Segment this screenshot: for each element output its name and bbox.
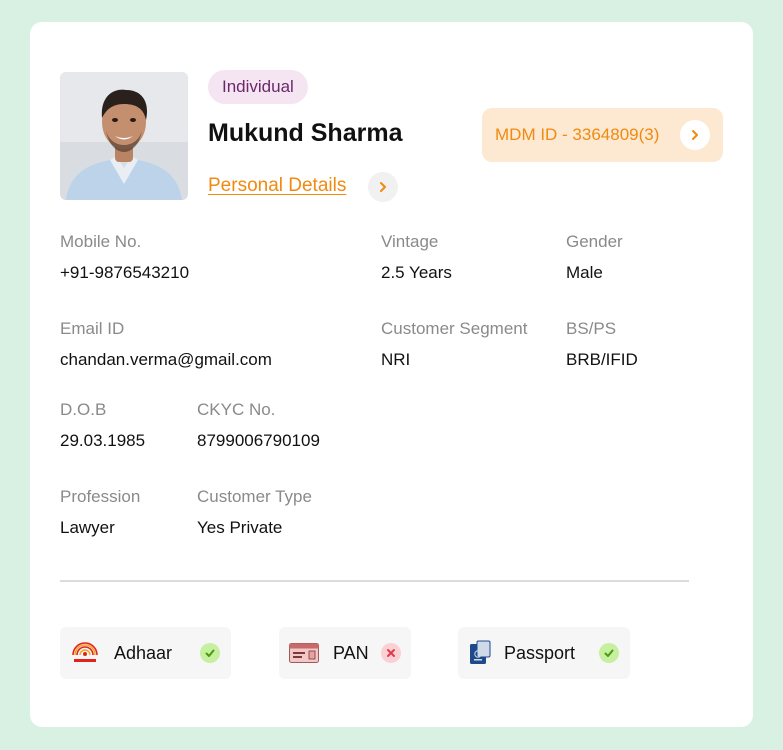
gender-field: Gender Male <box>566 232 623 283</box>
customer-type-field: Customer Type Yes Private <box>197 487 312 538</box>
rejected-cross-icon <box>381 643 401 663</box>
mobile-value: +91-9876543210 <box>60 263 190 282</box>
profession-label: Profession <box>60 487 141 506</box>
mdm-id-arrow[interactable] <box>680 120 710 150</box>
pan-card-icon <box>289 643 319 668</box>
document-chip-aadhaar[interactable]: Adhaar <box>60 627 231 679</box>
aadhaar-icon <box>70 641 100 670</box>
customer-category-badge: Individual <box>208 70 308 104</box>
dob-field: D.O.B 29.03.1985 <box>60 400 145 451</box>
ckyc-value: 8799006790109 <box>197 431 320 450</box>
mobile-label: Mobile No. <box>60 232 142 251</box>
chevron-right-icon <box>380 182 386 192</box>
personal-details-button[interactable] <box>368 172 398 202</box>
email-label: Email ID <box>60 319 125 338</box>
profile-photo <box>60 72 188 200</box>
mdm-id-button[interactable]: MDM ID - 3364809(3) <box>482 108 723 162</box>
document-chip-passport[interactable]: Passport <box>458 627 630 679</box>
personal-details-link[interactable]: Personal Details <box>208 175 346 197</box>
verified-check-icon <box>200 643 220 663</box>
customer-profile-card: Individual Mukund Sharma Personal Detail… <box>30 22 753 727</box>
verified-check-icon <box>599 643 619 663</box>
section-divider <box>60 580 689 582</box>
ckyc-label: CKYC No. <box>197 400 276 419</box>
segment-field: Customer Segment NRI <box>381 319 527 370</box>
passport-label: Passport <box>504 643 576 663</box>
vintage-label: Vintage <box>381 232 439 251</box>
segment-label: Customer Segment <box>381 319 528 338</box>
email-field: Email ID chandan.verma@gmail.com <box>60 319 272 370</box>
dob-label: D.O.B <box>60 400 107 419</box>
customer-name: Mukund Sharma <box>208 119 403 147</box>
customer-type-label: Customer Type <box>197 487 312 506</box>
bsps-field: BS/PS BRB/IFID <box>566 319 638 370</box>
aadhaar-label: Adhaar <box>114 643 173 663</box>
vintage-field: Vintage 2.5 Years <box>381 232 452 283</box>
dob-value: 29.03.1985 <box>60 431 146 450</box>
gender-value: Male <box>566 263 603 282</box>
profession-field: Profession Lawyer <box>60 487 140 538</box>
bsps-label: BS/PS <box>566 319 617 338</box>
pan-label: PAN <box>333 643 369 663</box>
gender-label: Gender <box>566 232 623 251</box>
customer-type-value: Yes Private <box>197 518 283 537</box>
vintage-value: 2.5 Years <box>381 263 452 282</box>
segment-value: NRI <box>381 350 411 369</box>
document-chip-pan[interactable]: PAN <box>279 627 411 679</box>
email-value: chandan.verma@gmail.com <box>60 350 272 369</box>
chevron-right-icon <box>692 130 698 140</box>
profession-value: Lawyer <box>60 518 115 537</box>
mobile-field: Mobile No. +91-9876543210 <box>60 232 189 283</box>
bsps-value: BRB/IFID <box>566 350 638 369</box>
mdm-id-text: MDM ID - 3364809(3) <box>495 125 660 144</box>
ckyc-field: CKYC No. 8799006790109 <box>197 400 320 451</box>
passport-icon <box>468 640 492 671</box>
